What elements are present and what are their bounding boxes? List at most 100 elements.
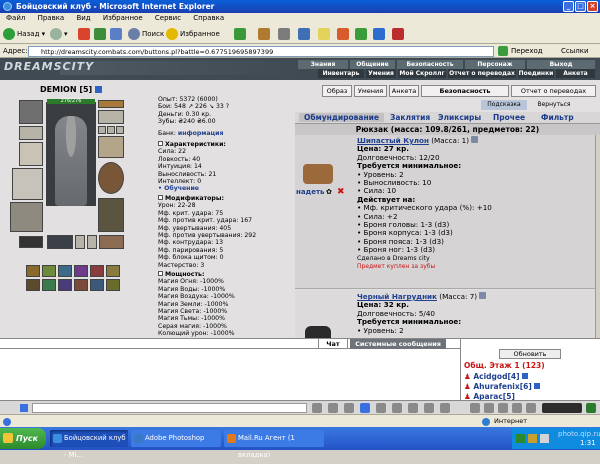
stop-icon[interactable] — [78, 28, 90, 40]
nav-exit[interactable]: Выход — [527, 60, 595, 69]
back-button-game[interactable]: Вернуться — [531, 100, 577, 110]
pen-icon[interactable] — [312, 403, 322, 413]
powers-header[interactable]: Мощность: — [158, 270, 295, 278]
back-button[interactable]: Назад ▾ — [3, 27, 45, 41]
refresh-button[interactable]: Обновить — [499, 349, 561, 359]
mail-icon[interactable] — [258, 28, 270, 40]
at-icon[interactable] — [337, 28, 349, 40]
item-info-icon[interactable] — [479, 292, 487, 299]
characteristics-header[interactable]: Характеристики: — [158, 141, 295, 148]
nav-profile[interactable]: Анкета — [556, 69, 595, 78]
weapon-slot[interactable] — [19, 142, 43, 166]
tab-elixirs[interactable]: Эликсиры — [438, 113, 481, 122]
ring-slot-2[interactable] — [107, 126, 115, 134]
task-photoshop[interactable]: Adobe Photoshop — [131, 430, 221, 447]
clock[interactable]: 1:31 — [580, 439, 596, 447]
ring-slot-3[interactable] — [116, 126, 124, 134]
nav-battles[interactable]: Поединки — [518, 69, 554, 78]
helmet-slot[interactable] — [19, 100, 43, 124]
belt-slot[interactable] — [19, 236, 43, 248]
user-row[interactable]: ♟ Ahurafenix[6] — [464, 382, 541, 391]
tool-icon-1[interactable] — [470, 403, 480, 413]
scroll-slot-1[interactable] — [26, 265, 40, 277]
settings-icon[interactable] — [376, 403, 386, 413]
info-icon[interactable] — [95, 86, 102, 93]
extra-slot-2[interactable] — [87, 235, 97, 249]
go-arrow-icon[interactable] — [498, 46, 508, 56]
character-name[interactable]: DEMION [5] — [40, 85, 92, 94]
modifiers-header[interactable]: Модификаторы: — [158, 194, 295, 202]
tray-icon-2[interactable] — [528, 434, 537, 443]
hint-button[interactable]: Подсказка — [481, 100, 527, 110]
tab-security[interactable]: Безопасность — [421, 85, 509, 97]
tool-icon-4[interactable] — [512, 403, 522, 413]
scroll-slot-9[interactable] — [58, 279, 72, 291]
inventory-scrollbar[interactable] — [595, 135, 600, 338]
amulet-slot[interactable] — [98, 110, 124, 124]
bank-info-link[interactable]: информация — [178, 130, 224, 137]
tab-filter[interactable]: Фильтр — [541, 113, 574, 122]
scroll-slot-5[interactable] — [90, 265, 104, 277]
nav-security[interactable]: Безопасность — [397, 60, 463, 69]
shield-slot[interactable] — [98, 162, 124, 194]
tool-icon-2[interactable] — [484, 403, 494, 413]
addon-icon[interactable] — [392, 28, 404, 40]
amulet-item-icon[interactable] — [303, 164, 333, 184]
scroll-slot-7[interactable] — [26, 279, 40, 291]
messenger-icon[interactable] — [355, 28, 367, 40]
send-icon[interactable] — [440, 403, 450, 413]
go-button[interactable]: Переход — [511, 44, 543, 58]
item-info-icon[interactable] — [471, 136, 479, 143]
scroll-slot-3[interactable] — [58, 265, 72, 277]
close-button[interactable]: × — [587, 1, 598, 12]
exit-icon[interactable] — [586, 403, 596, 413]
history-icon[interactable] — [234, 28, 246, 40]
edit-icon[interactable] — [298, 28, 310, 40]
menu-view[interactable]: Вид — [76, 14, 90, 22]
training-link[interactable]: • Обучение — [158, 185, 295, 192]
tab-chat[interactable]: Чат — [318, 339, 348, 349]
tool-icon-5[interactable] — [526, 403, 536, 413]
extra-slot-1[interactable] — [75, 235, 85, 249]
task-mail-agent[interactable]: Mail.Ru Агент (1 вкладка) — [224, 430, 324, 459]
nav-transfers[interactable]: Отчет о переводах — [448, 69, 516, 78]
gloves-slot[interactable] — [98, 136, 124, 158]
smile-icon[interactable] — [344, 403, 354, 413]
equip-link[interactable]: надеть — [296, 188, 324, 196]
earring-slot[interactable] — [98, 100, 124, 108]
sword-slot[interactable] — [12, 168, 43, 200]
task-browser[interactable]: Бойцовский клуб - Mi... — [50, 430, 128, 459]
tab-image[interactable]: Образ — [322, 85, 352, 97]
nav-scroll[interactable]: Мой Скроллг — [398, 69, 446, 78]
clear-icon[interactable] — [328, 403, 338, 413]
tab-other[interactable]: Прочее — [493, 113, 525, 122]
tab-skills[interactable]: Умения — [354, 85, 387, 97]
shoes-slot[interactable] — [99, 235, 124, 249]
boots-slot[interactable] — [98, 198, 124, 232]
start-button[interactable]: Пуск — [0, 428, 46, 449]
menu-tools[interactable]: Сервис — [155, 14, 181, 22]
tab-profile[interactable]: Анкета — [389, 85, 419, 97]
ring-slot-1[interactable] — [98, 126, 106, 134]
menu-file[interactable]: Файл — [6, 14, 25, 22]
tray-icon-1[interactable] — [516, 434, 525, 443]
link-icon[interactable] — [373, 28, 385, 40]
tray-icon-3[interactable] — [540, 434, 549, 443]
nav-inventory[interactable]: Инвентарь — [318, 69, 364, 78]
address-input[interactable]: http://dreamscity.combats.com/buttons.pl… — [28, 46, 494, 57]
menu-favorites[interactable]: Избранное — [103, 14, 143, 22]
scroll-slot-10[interactable] — [74, 279, 88, 291]
minimize-button[interactable]: _ — [563, 1, 574, 12]
nav-character[interactable]: Персонаж — [465, 60, 525, 69]
scroll-slot-8[interactable] — [42, 279, 56, 291]
scroll-slot-2[interactable] — [42, 265, 56, 277]
pants-slot[interactable] — [47, 235, 73, 249]
scroll-slot-4[interactable] — [74, 265, 88, 277]
user-row[interactable]: ♟ Acidgod[4] — [464, 372, 529, 381]
forward-button[interactable]: ▾ — [50, 27, 68, 41]
translit-icon[interactable] — [392, 403, 402, 413]
menu-help[interactable]: Справка — [193, 14, 224, 22]
sound-icon[interactable] — [408, 403, 418, 413]
scroll-slot-6[interactable] — [106, 265, 120, 277]
home-icon[interactable] — [110, 28, 122, 40]
